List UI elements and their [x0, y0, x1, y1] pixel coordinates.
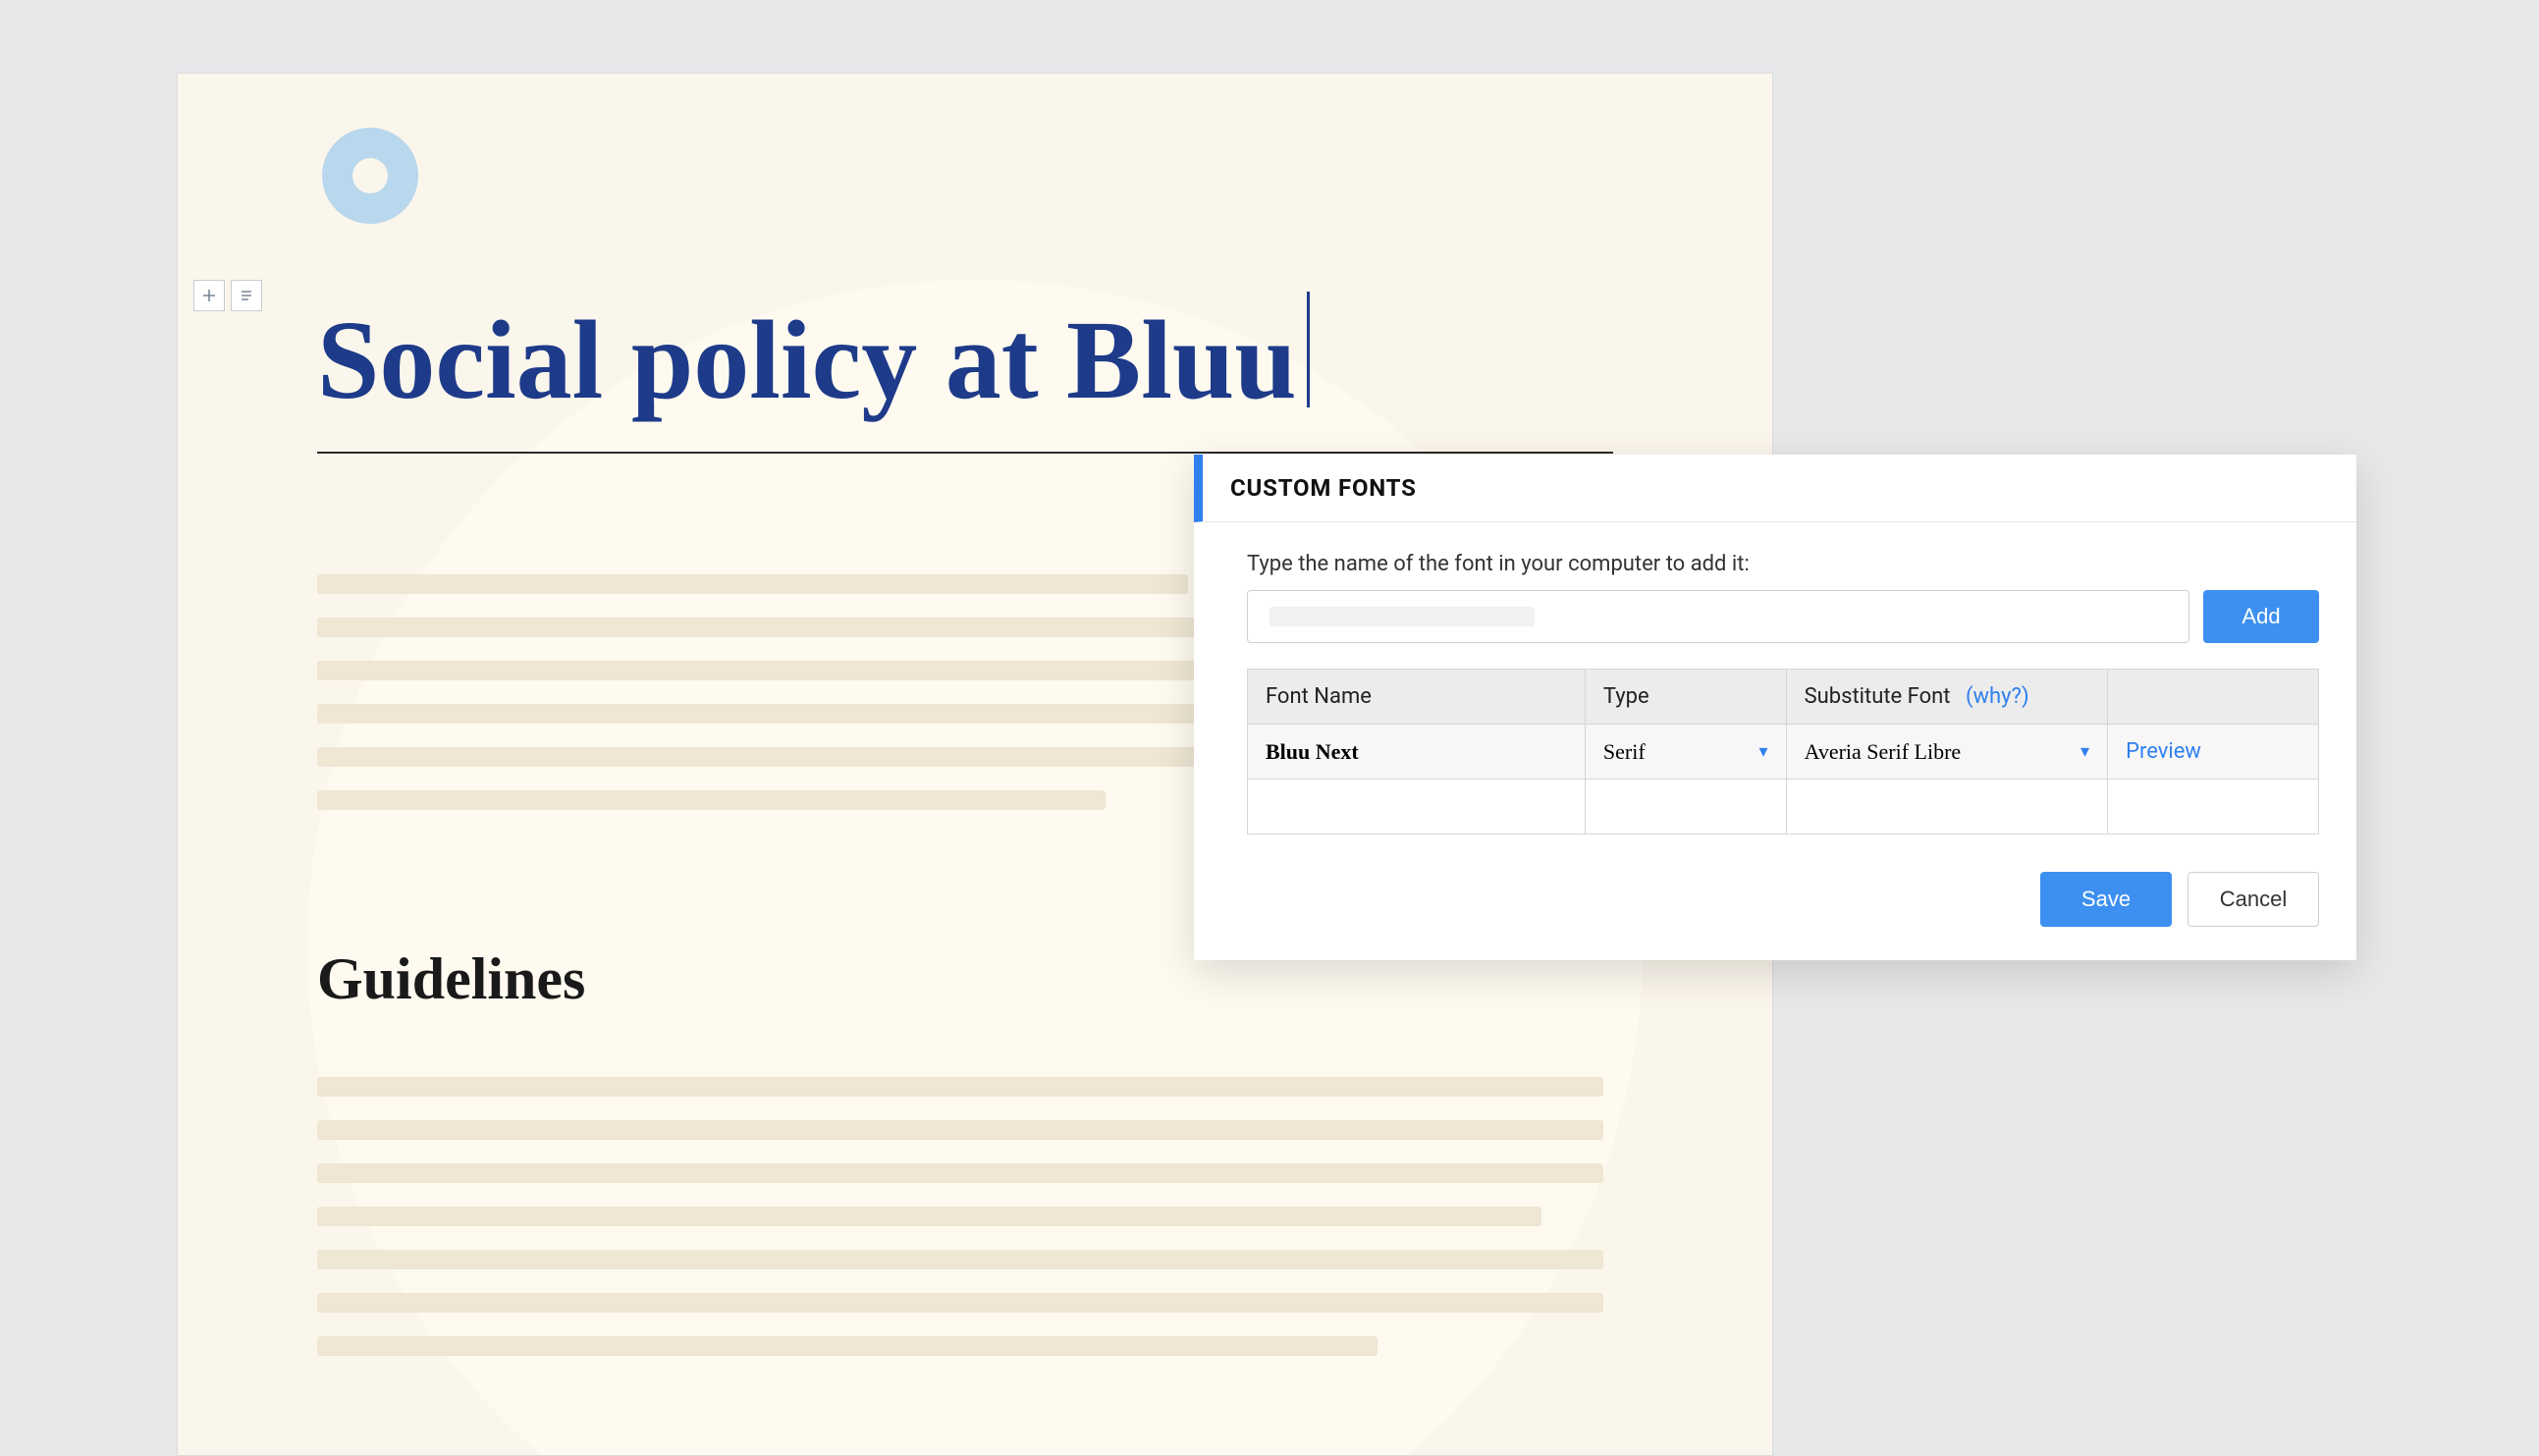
- type-select[interactable]: Serif ▾: [1603, 739, 1768, 765]
- plus-icon: [201, 288, 217, 303]
- fonts-table: Font Name Type Substitute Font (why?) Bl…: [1247, 669, 2319, 835]
- placeholder-line: [317, 574, 1188, 594]
- cancel-button[interactable]: Cancel: [2188, 872, 2319, 927]
- add-block-button[interactable]: [193, 280, 225, 311]
- block-options-button[interactable]: [231, 280, 262, 311]
- empty-cell: [1248, 780, 1586, 835]
- placeholder-line: [317, 1163, 1603, 1183]
- col-header-type: Type: [1585, 670, 1786, 725]
- save-button[interactable]: Save: [2040, 872, 2172, 927]
- placeholder-line: [317, 1336, 1378, 1356]
- placeholder-line: [317, 1077, 1603, 1097]
- col-header-substitute-text: Substitute Font: [1805, 684, 1951, 709]
- placeholder-line: [317, 1120, 1603, 1140]
- col-header-preview: [2108, 670, 2319, 725]
- custom-fonts-dialog: CUSTOM FONTS Type the name of the font i…: [1194, 455, 2356, 960]
- add-button[interactable]: Add: [2203, 590, 2319, 643]
- table-header-row: Font Name Type Substitute Font (why?): [1248, 670, 2319, 725]
- cell-font-name: Bluu Next: [1248, 725, 1586, 780]
- preview-link[interactable]: Preview: [2126, 739, 2201, 764]
- substitute-select-value: Averia Serif Libre: [1805, 739, 1962, 765]
- chevron-down-icon: ▾: [1759, 741, 1768, 762]
- placeholder-line: [317, 1207, 1541, 1226]
- gutter-controls: [193, 280, 262, 311]
- placeholder-line: [317, 790, 1106, 810]
- placeholder-line: [317, 1250, 1603, 1269]
- dialog-header: CUSTOM FONTS: [1194, 455, 2356, 522]
- substitute-select[interactable]: Averia Serif Libre ▾: [1805, 739, 2090, 765]
- document-title-brand: Bluu: [1066, 297, 1297, 422]
- cell-substitute: Averia Serif Libre ▾: [1786, 725, 2108, 780]
- col-header-font-name: Font Name: [1248, 670, 1586, 725]
- input-placeholder-ghost: [1270, 607, 1535, 626]
- table-row: Bluu Next Serif ▾ Averia Serif Libre ▾: [1248, 725, 2319, 780]
- empty-cell: [1786, 780, 2108, 835]
- dialog-footer: Save Cancel: [1194, 844, 2356, 960]
- why-link[interactable]: (why?): [1966, 684, 2029, 709]
- document-title-prefix: Social policy at: [317, 297, 1066, 422]
- section-heading[interactable]: Guidelines: [317, 945, 585, 1013]
- table-row-empty: [1248, 780, 2319, 835]
- document-title[interactable]: Social policy at Bluu: [317, 292, 1613, 454]
- chevron-down-icon: ▾: [2080, 741, 2089, 762]
- placeholder-line: [317, 1293, 1603, 1313]
- dialog-instruction-label: Type the name of the font in your comput…: [1247, 552, 2319, 576]
- cell-preview: Preview: [2108, 725, 2319, 780]
- type-select-value: Serif: [1603, 739, 1646, 765]
- dialog-title: CUSTOM FONTS: [1230, 474, 2329, 502]
- brand-logo-icon: [322, 128, 418, 224]
- text-cursor-icon: [1307, 292, 1310, 407]
- empty-cell: [2108, 780, 2319, 835]
- body-paragraph-placeholder: [317, 1077, 1603, 1379]
- dialog-body: Type the name of the font in your comput…: [1194, 522, 2356, 844]
- empty-cell: [1585, 780, 1786, 835]
- col-header-substitute: Substitute Font (why?): [1786, 670, 2108, 725]
- cell-type: Serif ▾: [1585, 725, 1786, 780]
- font-name-input[interactable]: [1247, 590, 2189, 643]
- lines-icon: [239, 288, 254, 303]
- add-font-row: Add: [1247, 590, 2319, 643]
